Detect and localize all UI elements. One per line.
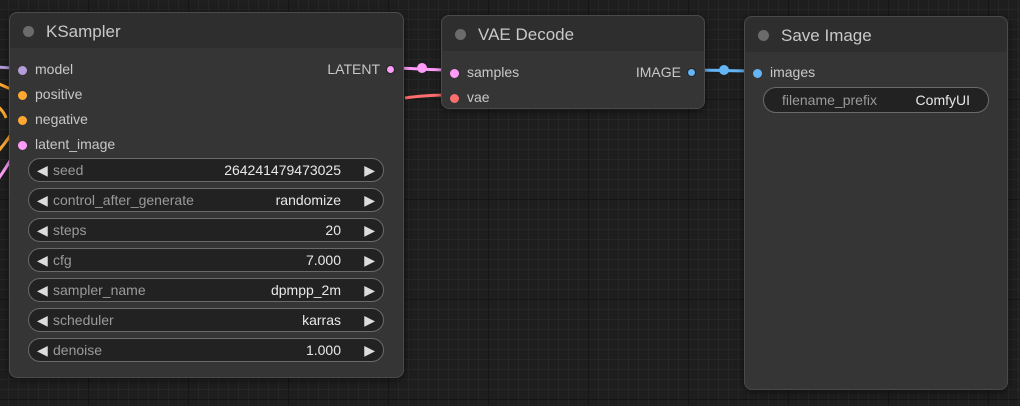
slot-label: LATENT bbox=[327, 61, 380, 77]
slot-label: images bbox=[770, 64, 816, 80]
ksampler-title: KSampler bbox=[46, 22, 121, 41]
widget-value: 7.000 bbox=[305, 252, 341, 268]
widget-name: control_after_generate bbox=[53, 192, 194, 208]
increment-arrow-icon[interactable]: ▶ bbox=[364, 159, 375, 181]
slot-dot-icon[interactable] bbox=[18, 141, 27, 150]
widget-value: 1.000 bbox=[305, 342, 341, 358]
graph-canvas[interactable]: KSampler model positive negative latent_… bbox=[0, 0, 1020, 406]
input-slot-latent-image[interactable]: latent_image bbox=[18, 134, 115, 154]
widget-value: 20 bbox=[325, 222, 341, 238]
widget-value: randomize bbox=[275, 192, 341, 208]
widget-value: karras bbox=[302, 312, 341, 328]
decrement-arrow-icon[interactable]: ◀ bbox=[37, 189, 48, 211]
save-image-title: Save Image bbox=[781, 26, 872, 45]
increment-arrow-icon[interactable]: ▶ bbox=[364, 249, 375, 271]
collapse-dot-icon[interactable] bbox=[23, 26, 34, 37]
widget-cfg[interactable]: ◀ cfg 7.000 ▶ bbox=[28, 248, 384, 272]
slot-label: negative bbox=[35, 111, 88, 127]
widget-value: ComfyUI bbox=[915, 92, 970, 108]
decrement-arrow-icon[interactable]: ◀ bbox=[37, 309, 48, 331]
slot-dot-icon[interactable] bbox=[687, 68, 696, 77]
slot-label: model bbox=[35, 61, 74, 77]
ksampler-node[interactable]: KSampler model positive negative latent_… bbox=[9, 12, 404, 378]
save-image-title-bar[interactable]: Save Image bbox=[745, 17, 1007, 52]
widget-value: dpmpp_2m bbox=[270, 282, 341, 298]
slot-label: latent_image bbox=[35, 136, 116, 152]
widget-control-after-generate[interactable]: ◀ control_after_generate randomize ▶ bbox=[28, 188, 384, 212]
collapse-dot-icon[interactable] bbox=[455, 29, 466, 40]
vae-decode-node[interactable]: VAE Decode samples vae IMAGE bbox=[441, 15, 705, 109]
increment-arrow-icon[interactable]: ▶ bbox=[364, 279, 375, 301]
widget-value: 264241479473025 bbox=[224, 162, 341, 178]
slot-label: IMAGE bbox=[635, 64, 681, 80]
slot-dot-icon[interactable] bbox=[753, 69, 762, 78]
ksampler-title-bar[interactable]: KSampler bbox=[10, 13, 403, 48]
widget-name: cfg bbox=[53, 252, 72, 268]
decrement-arrow-icon[interactable]: ◀ bbox=[37, 339, 48, 361]
widget-name: scheduler bbox=[53, 312, 114, 328]
widget-name: sampler_name bbox=[53, 282, 146, 298]
input-slot-vae[interactable]: vae bbox=[450, 87, 490, 107]
latent-link-center-dot[interactable] bbox=[417, 63, 427, 73]
increment-arrow-icon[interactable]: ▶ bbox=[364, 309, 375, 331]
input-slot-model[interactable]: model bbox=[18, 59, 73, 79]
decrement-arrow-icon[interactable]: ◀ bbox=[37, 249, 48, 271]
increment-arrow-icon[interactable]: ▶ bbox=[364, 339, 375, 361]
input-slot-images[interactable]: images bbox=[753, 62, 815, 82]
collapse-dot-icon[interactable] bbox=[758, 30, 769, 41]
input-slot-positive[interactable]: positive bbox=[18, 84, 82, 104]
slot-dot-icon[interactable] bbox=[18, 116, 27, 125]
widget-filename-prefix[interactable]: filename_prefix ComfyUI bbox=[763, 87, 989, 113]
increment-arrow-icon[interactable]: ▶ bbox=[364, 219, 375, 241]
slot-dot-icon[interactable] bbox=[18, 66, 27, 75]
slot-label: vae bbox=[467, 89, 490, 105]
extra-link bbox=[0, 106, 8, 119]
decrement-arrow-icon[interactable]: ◀ bbox=[37, 159, 48, 181]
save-image-node[interactable]: Save Image images filename_prefix ComfyU… bbox=[744, 16, 1008, 390]
widget-sampler-name[interactable]: ◀ sampler_name dpmpp_2m ▶ bbox=[28, 278, 384, 302]
decrement-arrow-icon[interactable]: ◀ bbox=[37, 219, 48, 241]
output-slot-latent[interactable]: LATENT bbox=[327, 59, 395, 79]
widget-scheduler[interactable]: ◀ scheduler karras ▶ bbox=[28, 308, 384, 332]
decrement-arrow-icon[interactable]: ◀ bbox=[37, 279, 48, 301]
output-slot-image[interactable]: IMAGE bbox=[636, 62, 696, 82]
slot-label: samples bbox=[467, 64, 520, 80]
slot-label: positive bbox=[35, 86, 83, 102]
image-link-center-dot[interactable] bbox=[719, 65, 729, 75]
vae-decode-title-bar[interactable]: VAE Decode bbox=[442, 16, 704, 51]
slot-dot-icon[interactable] bbox=[18, 91, 27, 100]
widget-name: filename_prefix bbox=[782, 92, 877, 108]
vae-decode-title: VAE Decode bbox=[478, 25, 575, 44]
slot-dot-icon[interactable] bbox=[450, 69, 459, 78]
slot-dot-icon[interactable] bbox=[386, 65, 395, 74]
widget-name: denoise bbox=[53, 342, 103, 358]
widget-steps[interactable]: ◀ steps 20 ▶ bbox=[28, 218, 384, 242]
widget-denoise[interactable]: ◀ denoise 1.000 ▶ bbox=[28, 338, 384, 362]
increment-arrow-icon[interactable]: ▶ bbox=[364, 189, 375, 211]
widget-name: seed bbox=[53, 162, 84, 178]
input-slot-negative[interactable]: negative bbox=[18, 109, 88, 129]
input-slot-samples[interactable]: samples bbox=[450, 62, 519, 82]
widget-name: steps bbox=[53, 222, 87, 238]
widget-seed[interactable]: ◀ seed 264241479473025 ▶ bbox=[28, 158, 384, 182]
slot-dot-icon[interactable] bbox=[450, 94, 459, 103]
